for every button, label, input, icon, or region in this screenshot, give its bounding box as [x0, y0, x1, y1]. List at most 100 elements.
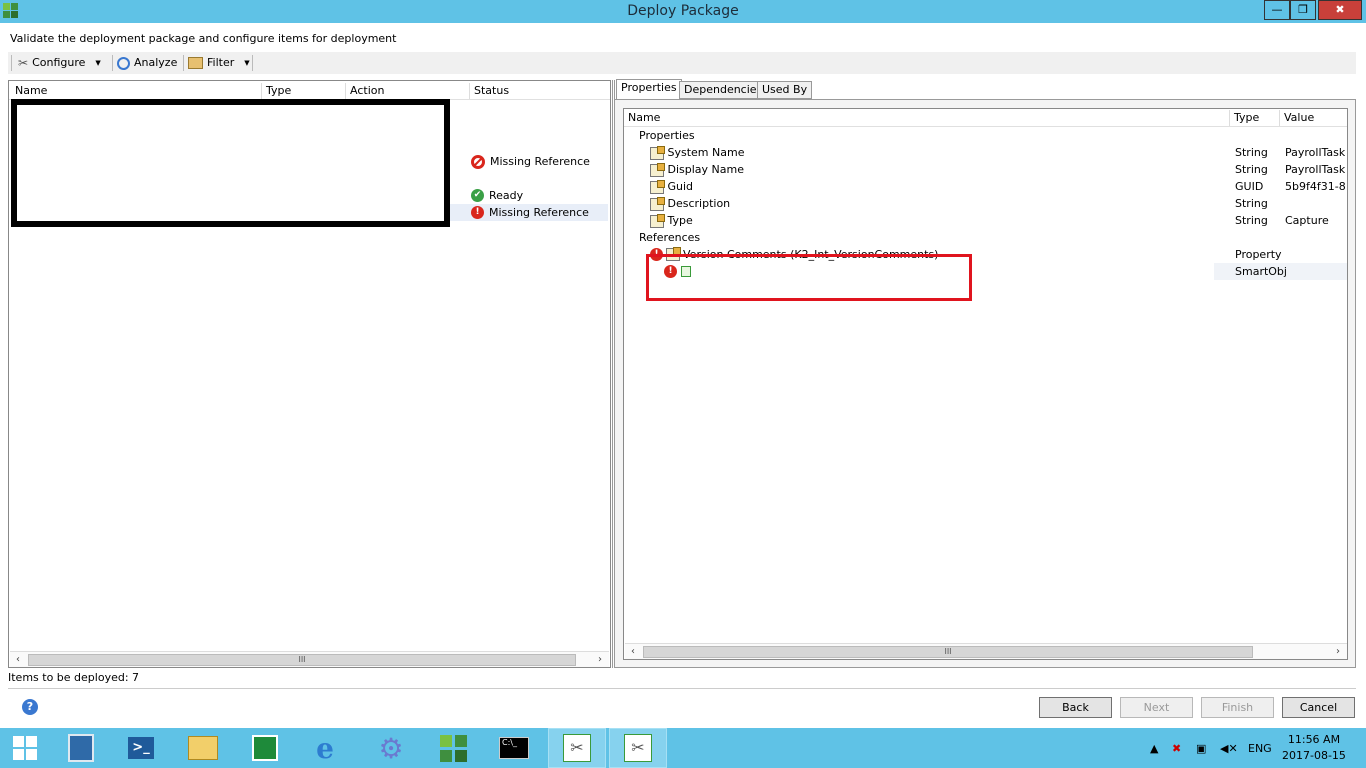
scroll-right-icon[interactable]: › [592, 652, 608, 668]
close-button[interactable]: ✖ [1318, 0, 1362, 20]
toolbar-separator [252, 55, 253, 71]
prop-name: Type [667, 214, 693, 227]
minimize-button[interactable]: — [1264, 0, 1290, 20]
reference-type: Property [1235, 248, 1282, 261]
group-properties: Properties [639, 129, 695, 142]
property-icon [650, 145, 665, 160]
properties-grid[interactable]: Name Type Value Properties System Name S… [623, 108, 1348, 660]
status-text: Ready [489, 189, 524, 202]
prop-row-guid[interactable]: Guid [650, 178, 693, 195]
back-button[interactable]: Back [1039, 697, 1112, 718]
scroll-right-icon[interactable]: › [1330, 644, 1346, 660]
deploy-tool-button-1[interactable]: ✂ [548, 728, 606, 768]
prop-row-description[interactable]: Description [650, 195, 730, 212]
internet-explorer-button[interactable]: e [296, 728, 354, 768]
footer-divider [8, 688, 1356, 689]
prop-type: GUID [1235, 180, 1264, 193]
prop-row-type[interactable]: Type [650, 212, 693, 229]
toolbar: ✂ Configure ▼ Analyze Filter ▼ [8, 52, 1356, 74]
property-icon [650, 162, 665, 177]
prop-row-system-name[interactable]: System Name [650, 144, 744, 161]
tab-properties[interactable]: Properties [616, 79, 682, 100]
volume-muted-icon[interactable]: ◀✕ [1220, 742, 1238, 755]
tools-icon: ✂ [563, 734, 591, 762]
list-item[interactable]: Missing Reference [471, 153, 590, 170]
ok-icon: ✔ [471, 189, 484, 202]
window-title: Deploy Package [627, 3, 739, 19]
property-icon [650, 179, 665, 194]
tools-icon: ✂ [624, 734, 652, 762]
prop-name: System Name [667, 146, 745, 159]
network-icon[interactable]: ▣ [1196, 742, 1206, 755]
finish-button[interactable]: Finish [1201, 697, 1274, 718]
command-prompt-icon: C:\_ [499, 737, 529, 759]
deployment-items-grid[interactable]: Name Type Action Status Missing Referenc… [8, 80, 611, 668]
store-icon [252, 735, 278, 761]
prop-name: Display Name [667, 163, 745, 176]
tab-dependencies[interactable]: Dependencies [679, 81, 768, 99]
configure-button[interactable]: ✂ Configure ▼ [18, 54, 101, 72]
filter-button[interactable]: Filter ▼ [188, 54, 250, 72]
server-manager-icon [68, 734, 94, 762]
settings-app-button[interactable]: ⚙ [362, 728, 420, 768]
deploy-tool-button-2[interactable]: ✂ [609, 728, 667, 768]
filter-label: Filter [207, 56, 235, 69]
scrollbar-thumb[interactable]: III [28, 654, 576, 666]
clock[interactable]: 11:56 AM 2017-08-15 [1282, 732, 1346, 764]
column-header-action[interactable]: Action [346, 83, 470, 99]
prop-value: PayrollTasks_ [1285, 146, 1345, 159]
command-prompt-button[interactable]: C:\_ [485, 728, 543, 768]
configure-label: Configure [32, 56, 86, 69]
prop-name: Description [667, 197, 731, 210]
scroll-left-icon[interactable]: ‹ [625, 644, 641, 660]
gear-icon: ⚙ [378, 731, 404, 765]
horizontal-scrollbar[interactable]: ‹ III › [10, 651, 609, 667]
restore-button[interactable]: ❐ [1290, 0, 1316, 20]
properties-panel: Name Type Value Properties System Name S… [614, 99, 1356, 668]
powershell-button[interactable]: >_ [112, 728, 170, 768]
analyze-button[interactable]: Analyze [117, 54, 177, 72]
folder-icon [188, 736, 218, 760]
column-header-type[interactable]: Type [262, 83, 346, 99]
prop-type: String [1235, 146, 1268, 159]
start-button[interactable] [0, 728, 50, 768]
k2-app-button[interactable] [424, 728, 482, 768]
analyze-icon [117, 56, 130, 70]
chevron-down-icon: ▼ [244, 59, 250, 67]
scroll-left-icon[interactable]: ‹ [10, 652, 26, 668]
internet-explorer-icon: e [316, 731, 334, 765]
list-item[interactable]: ✔ Ready [471, 187, 523, 204]
page-subtitle: Validate the deployment package and conf… [10, 32, 397, 45]
clock-date: 2017-08-15 [1282, 749, 1346, 762]
column-header-value[interactable]: Value [1280, 110, 1348, 126]
column-header-status[interactable]: Status [470, 83, 608, 99]
file-explorer-button[interactable] [174, 728, 232, 768]
horizontal-scrollbar[interactable]: ‹ III › [625, 643, 1347, 659]
chevron-down-icon: ▼ [95, 59, 101, 67]
language-indicator[interactable]: ENG [1248, 742, 1272, 755]
tab-used-by[interactable]: Used By [757, 81, 813, 99]
cancel-button[interactable]: Cancel [1282, 697, 1355, 718]
scrollbar-thumb[interactable]: III [643, 646, 1253, 658]
toolbar-grip [11, 55, 12, 71]
help-icon[interactable]: ? [22, 699, 38, 715]
store-button[interactable] [236, 728, 294, 768]
network-error-icon[interactable]: ✖ [1172, 742, 1181, 755]
toolbar-separator [112, 55, 113, 71]
column-header-type[interactable]: Type [1230, 110, 1280, 126]
chevron-up-icon[interactable]: ▲ [1150, 742, 1158, 755]
column-header-name[interactable]: Name [11, 83, 262, 99]
group-references: References [639, 231, 701, 244]
header-divider [624, 126, 1347, 127]
property-icon [650, 213, 665, 228]
server-manager-button[interactable] [52, 728, 110, 768]
prop-row-display-name[interactable]: Display Name [650, 161, 744, 178]
items-count-status: Items to be deployed: 7 [8, 671, 140, 684]
column-header-name[interactable]: Name [624, 110, 1230, 126]
next-button[interactable]: Next [1120, 697, 1193, 718]
tools-icon: ✂ [18, 56, 29, 70]
list-item[interactable]: ! Missing Reference [450, 204, 608, 221]
prop-value: Capture [1285, 214, 1329, 227]
analyze-label: Analyze [134, 56, 178, 69]
filter-icon [188, 57, 203, 69]
